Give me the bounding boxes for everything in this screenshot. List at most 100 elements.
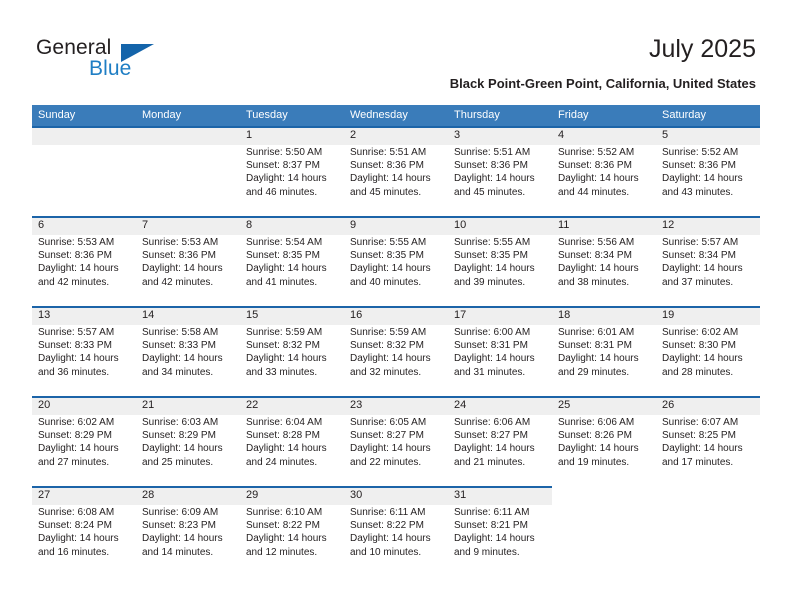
daylight-line-cont: and 33 minutes. [246,366,318,378]
day-number: 27 [38,489,51,501]
sunrise-line: Sunrise: 5:56 AM [558,237,635,248]
daylight-line-cont: and 32 minutes. [350,366,422,378]
sunrise-line: Sunrise: 6:00 AM [454,327,531,338]
calendar-page: General Blue July 2025 Black Point-Green… [0,0,792,612]
day-cell[interactable]: 6 Sunrise: 5:53 AM Sunset: 8:36 PM Daylight… [32,216,136,306]
day-sun-info: Sunrise: 6:00 AM Sunset: 8:31 PM Daylight:… [454,326,552,379]
day-sun-info: Sunrise: 5:55 AM Sunset: 8:35 PM Daylight:… [350,236,448,289]
day-cell[interactable]: 13 Sunrise: 5:57 AM Sunset: 8:33 PM Dayligh… [32,306,136,396]
daylight-line: Daylight: 14 hours [38,263,119,275]
day-cell[interactable]: 29 Sunrise: 6:10 AM Sunset: 8:22 PM Dayligh… [240,486,344,576]
sunrise-line: Sunrise: 5:50 AM [246,147,323,158]
day-sun-info: Sunrise: 6:06 AM Sunset: 8:26 PM Daylight:… [558,416,656,469]
sunrise-line: Sunrise: 5:52 AM [662,147,739,158]
daylight-line-cont: and 43 minutes. [662,186,734,198]
daylight-line: Daylight: 14 hours [558,173,639,185]
day-number: 9 [350,219,357,231]
daylight-line: Daylight: 14 hours [662,353,743,365]
day-cell[interactable]: 1 Sunrise: 5:50 AM Sunset: 8:37 PM Daylight… [240,126,344,216]
day-cell[interactable]: 8 Sunrise: 5:54 AM Sunset: 8:35 PM Daylight… [240,216,344,306]
daylight-line: Daylight: 14 hours [38,533,119,545]
day-number: 28 [142,489,155,501]
day-cell[interactable]: 10 Sunrise: 5:55 AM Sunset: 8:35 PM Dayligh… [448,216,552,306]
day-number: 10 [454,219,467,231]
daylight-line-cont: and 42 minutes. [38,276,110,288]
day-cell[interactable]: 11 Sunrise: 5:56 AM Sunset: 8:34 PM Dayligh… [552,216,656,306]
sunset-line: Sunset: 8:28 PM [246,430,320,442]
page-title: July 2025 [648,35,756,63]
daylight-line: Daylight: 14 hours [454,173,535,185]
day-cell[interactable]: 18 Sunrise: 6:01 AM Sunset: 8:31 PM Dayligh… [552,306,656,396]
day-number: 19 [662,309,675,321]
day-number: 7 [142,219,149,231]
sunrise-line: Sunrise: 5:57 AM [662,237,739,248]
day-cell[interactable]: 12 Sunrise: 5:57 AM Sunset: 8:34 PM Dayligh… [656,216,760,306]
week-cells: 27 Sunrise: 6:08 AM Sunset: 8:24 PM Dayligh… [32,486,760,576]
daylight-line-cont: and 16 minutes. [38,546,110,558]
day-cell[interactable]: 21 Sunrise: 6:03 AM Sunset: 8:29 PM Dayligh… [136,396,240,486]
daylight-line: Daylight: 14 hours [454,443,535,455]
day-sun-info: Sunrise: 5:51 AM Sunset: 8:36 PM Daylight:… [454,146,552,199]
day-cell[interactable]: 15 Sunrise: 5:59 AM Sunset: 8:32 PM Dayligh… [240,306,344,396]
day-cell[interactable]: 9 Sunrise: 5:55 AM Sunset: 8:35 PM Daylight… [344,216,448,306]
calendar-week-row: 27 Sunrise: 6:08 AM Sunset: 8:24 PM Dayligh… [32,486,760,576]
sunset-line: Sunset: 8:32 PM [246,340,320,352]
day-cell[interactable]: 5 Sunrise: 5:52 AM Sunset: 8:36 PM Daylight… [656,126,760,216]
day-sun-info: Sunrise: 5:58 AM Sunset: 8:33 PM Daylight:… [142,326,240,379]
sunrise-line: Sunrise: 6:02 AM [38,417,115,428]
sunrise-line: Sunrise: 5:54 AM [246,237,323,248]
day-cell[interactable]: 31 Sunrise: 6:11 AM Sunset: 8:21 PM Dayligh… [448,486,552,576]
day-cell[interactable]: 3 Sunrise: 5:51 AM Sunset: 8:36 PM Daylight… [448,126,552,216]
day-cell[interactable]: 28 Sunrise: 6:09 AM Sunset: 8:23 PM Dayligh… [136,486,240,576]
sunrise-line: Sunrise: 6:10 AM [246,507,323,518]
calendar-week-row: 20 Sunrise: 6:02 AM Sunset: 8:29 PM Dayligh… [32,396,760,486]
day-cell[interactable]: 14 Sunrise: 5:58 AM Sunset: 8:33 PM Dayligh… [136,306,240,396]
weekday-header-sunday: Sunday [38,109,76,121]
daylight-line-cont: and 46 minutes. [246,186,318,198]
daylight-line: Daylight: 14 hours [38,353,119,365]
sunset-line: Sunset: 8:26 PM [558,430,632,442]
day-cell[interactable]: 19 Sunrise: 6:02 AM Sunset: 8:30 PM Dayligh… [656,306,760,396]
daylight-line: Daylight: 14 hours [350,173,431,185]
daylight-line: Daylight: 14 hours [246,263,327,275]
day-sun-info: Sunrise: 5:57 AM Sunset: 8:34 PM Daylight:… [662,236,760,289]
day-sun-info: Sunrise: 5:54 AM Sunset: 8:35 PM Daylight:… [246,236,344,289]
day-cell[interactable]: 30 Sunrise: 6:11 AM Sunset: 8:22 PM Dayligh… [344,486,448,576]
day-cell[interactable]: 25 Sunrise: 6:06 AM Sunset: 8:26 PM Dayligh… [552,396,656,486]
sunset-line: Sunset: 8:31 PM [558,340,632,352]
sunset-line: Sunset: 8:27 PM [350,430,424,442]
daylight-line-cont: and 31 minutes. [454,366,526,378]
sunrise-line: Sunrise: 6:11 AM [350,507,426,518]
day-cell[interactable]: 7 Sunrise: 5:53 AM Sunset: 8:36 PM Daylight… [136,216,240,306]
sunset-line: Sunset: 8:36 PM [350,160,424,172]
day-cell[interactable]: 16 Sunrise: 5:59 AM Sunset: 8:32 PM Dayligh… [344,306,448,396]
day-cell[interactable]: 22 Sunrise: 6:04 AM Sunset: 8:28 PM Dayligh… [240,396,344,486]
sunset-line: Sunset: 8:21 PM [454,520,528,532]
sunrise-line: Sunrise: 5:52 AM [558,147,635,158]
sunset-line: Sunset: 8:35 PM [246,250,320,262]
sunset-line: Sunset: 8:37 PM [246,160,320,172]
day-sun-info: Sunrise: 5:57 AM Sunset: 8:33 PM Daylight:… [38,326,136,379]
day-cell[interactable]: 24 Sunrise: 6:06 AM Sunset: 8:27 PM Dayligh… [448,396,552,486]
week-cells: 6 Sunrise: 5:53 AM Sunset: 8:36 PM Daylight… [32,216,760,306]
day-cell[interactable]: 20 Sunrise: 6:02 AM Sunset: 8:29 PM Dayligh… [32,396,136,486]
sunrise-line: Sunrise: 6:04 AM [246,417,323,428]
sunset-line: Sunset: 8:29 PM [38,430,112,442]
day-cell[interactable]: 23 Sunrise: 6:05 AM Sunset: 8:27 PM Dayligh… [344,396,448,486]
day-sun-info: Sunrise: 6:10 AM Sunset: 8:22 PM Daylight:… [246,506,344,559]
day-cell[interactable]: 4 Sunrise: 5:52 AM Sunset: 8:36 PM Daylight… [552,126,656,216]
daylight-line: Daylight: 14 hours [454,263,535,275]
day-cell[interactable]: 2 Sunrise: 5:51 AM Sunset: 8:36 PM Daylight… [344,126,448,216]
daylight-line: Daylight: 14 hours [350,533,431,545]
weekday-header-friday: Friday [558,109,589,121]
day-cell[interactable]: 27 Sunrise: 6:08 AM Sunset: 8:24 PM Dayligh… [32,486,136,576]
week-cells: 1 Sunrise: 5:50 AM Sunset: 8:37 PM Daylight… [32,126,760,216]
sunset-line: Sunset: 8:34 PM [662,250,736,262]
daylight-line-cont: and 27 minutes. [38,456,110,468]
day-sun-info: Sunrise: 6:09 AM Sunset: 8:23 PM Daylight:… [142,506,240,559]
daylight-line: Daylight: 14 hours [142,533,223,545]
day-cell[interactable]: 26 Sunrise: 6:07 AM Sunset: 8:25 PM Dayligh… [656,396,760,486]
day-number: 31 [454,489,467,501]
day-cell-empty [656,486,760,576]
day-cell[interactable]: 17 Sunrise: 6:00 AM Sunset: 8:31 PM Dayligh… [448,306,552,396]
